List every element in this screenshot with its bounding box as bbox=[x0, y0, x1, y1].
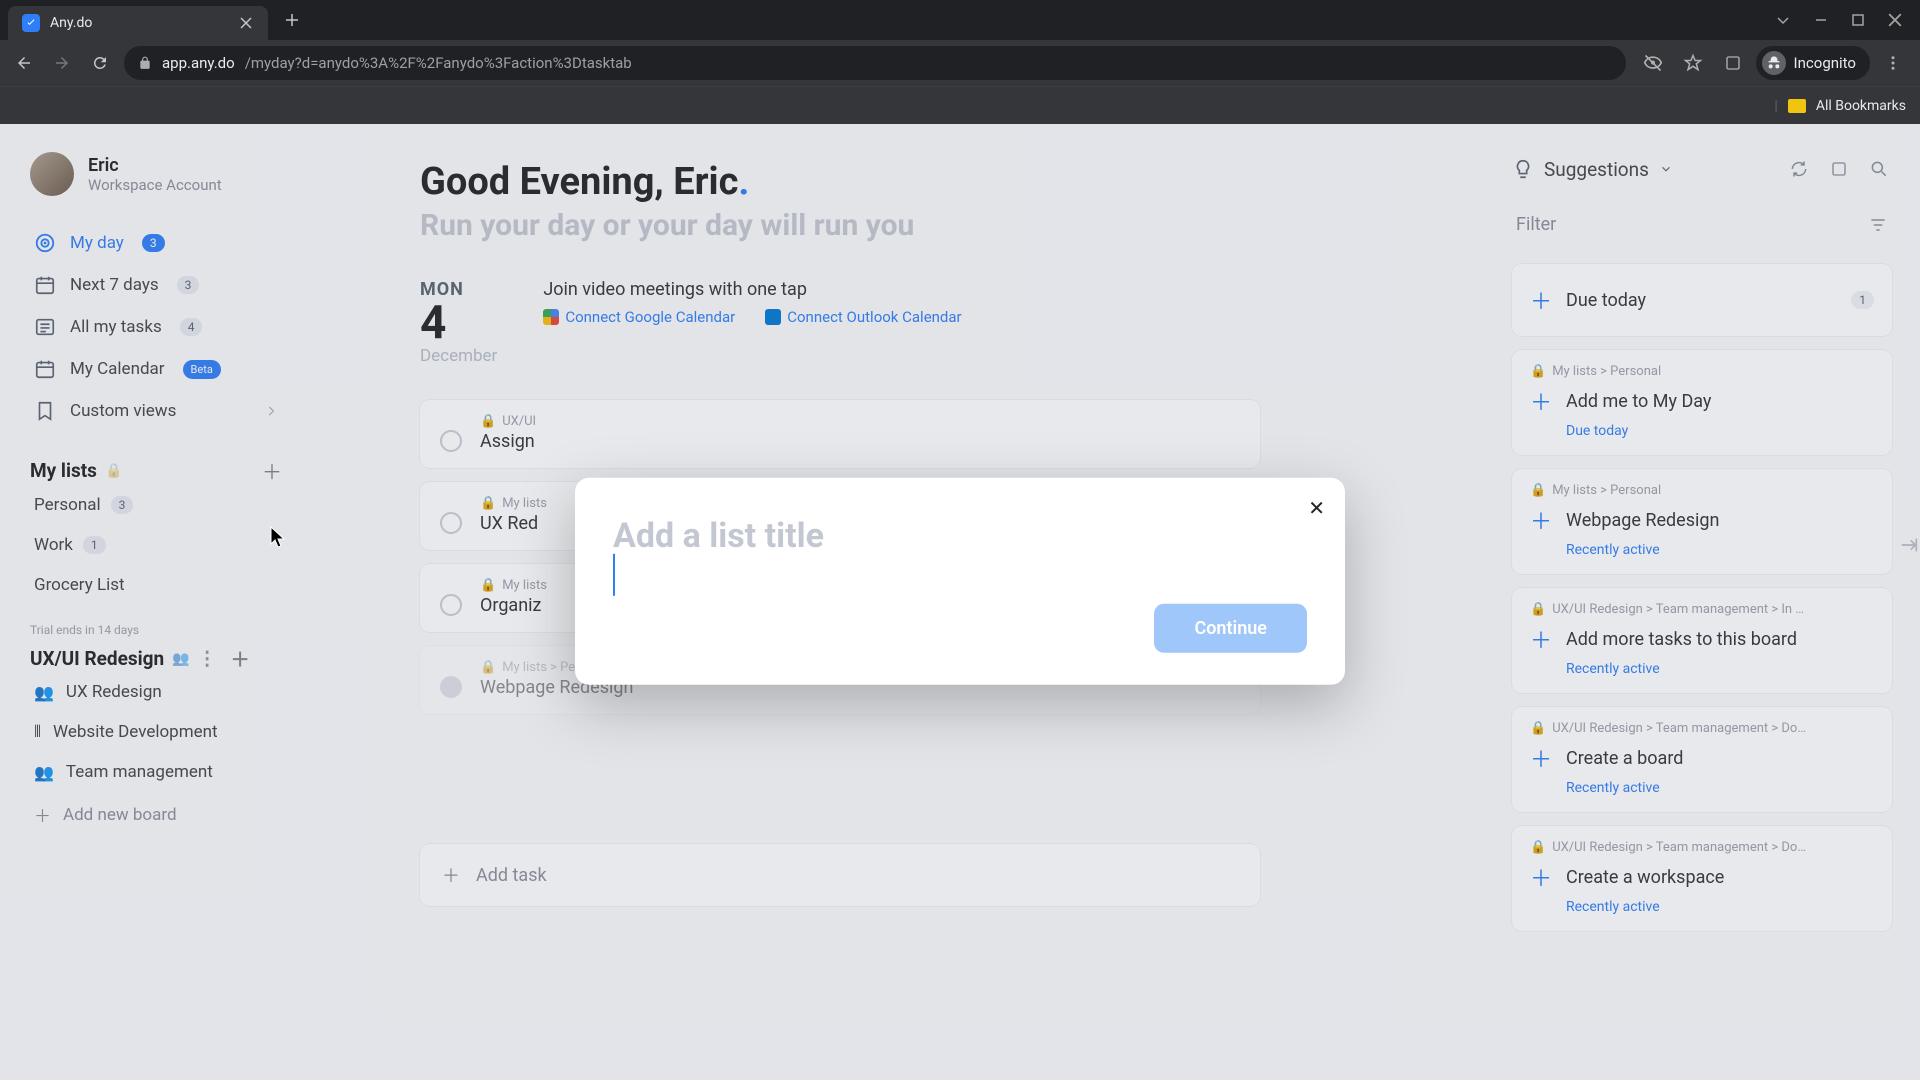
all-bookmarks-link[interactable]: All Bookmarks bbox=[1816, 98, 1906, 114]
tab-favicon bbox=[22, 14, 40, 32]
viewport: Eric Workspace Account My day 3 Next 7 d… bbox=[0, 124, 1920, 1080]
incognito-badge[interactable]: Incognito bbox=[1756, 46, 1870, 80]
address-bar[interactable]: app.any.do/myday?d=anydo%3A%2F%2Fanydo%3… bbox=[124, 46, 1626, 80]
browser-tab-strip: Any.do bbox=[0, 0, 1920, 40]
tab-close-icon[interactable] bbox=[238, 15, 254, 31]
window-controls bbox=[1776, 13, 1912, 27]
text-cursor bbox=[613, 554, 615, 596]
new-tab-button[interactable] bbox=[278, 6, 306, 34]
continue-button[interactable]: Continue bbox=[1154, 604, 1307, 653]
modal-close-icon[interactable]: ✕ bbox=[1308, 496, 1325, 520]
bookmarks-folder-icon bbox=[1788, 99, 1806, 113]
minimize-icon[interactable] bbox=[1814, 13, 1828, 27]
chrome-menu-icon[interactable] bbox=[1876, 46, 1910, 80]
tab-search-icon[interactable] bbox=[1776, 13, 1790, 27]
back-button[interactable] bbox=[10, 49, 38, 77]
tracking-icon[interactable] bbox=[1636, 46, 1670, 80]
tab-title: Any.do bbox=[50, 15, 228, 31]
toolbar-right: Incognito bbox=[1636, 46, 1910, 80]
list-title-input[interactable] bbox=[613, 516, 1307, 556]
maximize-icon[interactable] bbox=[1852, 13, 1864, 27]
incognito-label: Incognito bbox=[1794, 54, 1856, 72]
bookmarks-bar: | All Bookmarks bbox=[0, 86, 1920, 124]
url-host: app.any.do bbox=[162, 54, 235, 72]
close-window-icon[interactable] bbox=[1888, 13, 1902, 27]
incognito-icon bbox=[1762, 51, 1786, 75]
browser-toolbar: app.any.do/myday?d=anydo%3A%2F%2Fanydo%3… bbox=[0, 40, 1920, 86]
url-path: /myday?d=anydo%3A%2F%2Fanydo%3Faction%3D… bbox=[245, 54, 632, 72]
add-list-modal: ✕ Continue bbox=[575, 478, 1345, 685]
lock-icon bbox=[138, 56, 152, 70]
forward-button bbox=[48, 49, 76, 77]
extensions-icon[interactable] bbox=[1716, 46, 1750, 80]
reload-button[interactable] bbox=[86, 49, 114, 77]
bookmark-star-icon[interactable] bbox=[1676, 46, 1710, 80]
browser-tab-active[interactable]: Any.do bbox=[8, 6, 268, 40]
